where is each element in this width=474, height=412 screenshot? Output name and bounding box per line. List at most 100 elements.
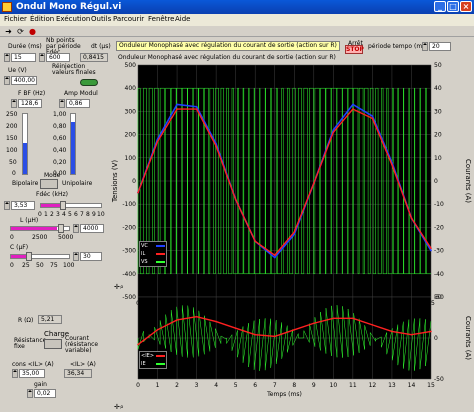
vc-series-line-point: [430, 249, 432, 252]
graph-title: Onduleur Monophasé avec régulation du co…: [116, 41, 340, 51]
menu-fenetre[interactable]: Fenêtre: [148, 15, 174, 23]
graph2-xaxis-title: Temps (ms): [266, 391, 302, 398]
graph1-yleft-tick-label: 500: [125, 62, 137, 69]
graph1-caption: Onduleur Monophasé avec régulation du co…: [118, 54, 336, 61]
ie-mean-series-point: [195, 315, 198, 318]
graph1-yright-tick-label: 10: [434, 155, 442, 162]
fdec-slider[interactable]: [40, 203, 102, 208]
periode-tempo-input[interactable]: 20: [429, 42, 451, 51]
fdec-increment[interactable]: [4, 201, 10, 210]
ie-mean-series-point: [137, 343, 139, 346]
menu-parcourir[interactable]: Parcourir: [113, 15, 144, 23]
graph1-yright-axis-title: Courants (A): [464, 159, 472, 203]
nbpoints-input[interactable]: 600: [46, 53, 70, 62]
ampmodul-increment[interactable]: [59, 99, 65, 108]
graph1-yleft-tick-label: 400: [125, 85, 137, 92]
graph1-palette-icon[interactable]: ✛⌕: [114, 283, 124, 292]
ampmodul-input[interactable]: 0,86: [66, 99, 90, 108]
menu-execution[interactable]: Exécution: [56, 15, 90, 23]
fbf-increment[interactable]: [11, 99, 17, 108]
fbf-input[interactable]: 128,6: [18, 99, 42, 108]
mode-label: Mode: [44, 172, 61, 179]
cons-il-increment[interactable]: [12, 369, 18, 378]
graph2-xtick-label: 6: [253, 382, 257, 389]
menu-aide[interactable]: Aide: [175, 15, 190, 23]
graph2-xtick-label: 11: [349, 382, 357, 389]
ie-mean-series-point: [410, 333, 413, 336]
legend-vc: VC: [140, 242, 166, 250]
fbf-slider-fill: [23, 143, 27, 174]
graph1-yleft-tick-label: 200: [125, 132, 137, 139]
graph1-yright-tick-label: 20: [434, 132, 442, 139]
l-input[interactable]: 4000: [80, 224, 104, 233]
graph1-yleft-tick-label: 0: [132, 178, 136, 185]
graph1-yright-tick-label: 0: [434, 178, 438, 185]
gain-increment[interactable]: [27, 389, 33, 398]
duree-increment[interactable]: [4, 53, 10, 62]
fdec-tick: 5: [68, 211, 72, 218]
l-tick: 5000: [58, 234, 74, 241]
c-tick: 25: [22, 262, 30, 269]
ampmodul-slider-fill: [71, 122, 75, 174]
graph2-palette-icon[interactable]: ✛⌕: [114, 403, 124, 412]
c-slider-knob[interactable]: [26, 252, 32, 261]
c-slider[interactable]: [10, 254, 70, 259]
periode-tempo-increment[interactable]: [422, 42, 428, 51]
menu-fichier[interactable]: Fichier: [4, 15, 27, 23]
graph2-yright-tick-label: 0: [434, 335, 438, 342]
ue-input[interactable]: 400,00: [11, 76, 37, 85]
il-series-line-point: [234, 198, 237, 201]
stop-button[interactable]: STOP: [345, 45, 364, 54]
abort-icon[interactable]: ●: [28, 27, 37, 36]
fdec-input[interactable]: 3,53: [11, 201, 35, 210]
ampmodul-slider[interactable]: [70, 113, 76, 175]
r-label: R (Ω): [18, 317, 34, 324]
charge-switch[interactable]: [44, 339, 62, 349]
fdec-tick: 3: [56, 211, 60, 218]
reinjection-toggle[interactable]: [80, 79, 98, 86]
ampmodul-tick: 0,60: [53, 135, 67, 142]
ue-increment[interactable]: [4, 76, 10, 85]
il-series-line-point: [176, 108, 178, 110]
ampmodul-tick: 1,00: [53, 111, 67, 118]
minimize-button[interactable]: _: [434, 1, 446, 12]
mode-switch[interactable]: [40, 179, 58, 189]
c-increment[interactable]: [73, 252, 79, 261]
run-continuous-icon[interactable]: ⟳: [16, 27, 25, 36]
ue-label: Ue (V): [8, 67, 27, 74]
c-label: C (µF): [10, 244, 29, 251]
ie-mean-series-point: [391, 330, 393, 333]
run-arrow-icon[interactable]: ➜: [4, 27, 13, 36]
maximize-button[interactable]: □: [447, 1, 459, 12]
gain-input[interactable]: 0,02: [34, 389, 56, 398]
menu-edition[interactable]: Édition: [30, 15, 54, 23]
l-slider-knob[interactable]: [58, 224, 64, 233]
menu-outils[interactable]: Outils: [91, 15, 111, 23]
close-button[interactable]: ×: [460, 1, 472, 12]
il-series-line-point: [430, 247, 432, 250]
fdec-tick: 10: [97, 211, 105, 218]
graph2-yright-axis-title: Courants (A): [464, 316, 472, 360]
nbpoints-increment[interactable]: [39, 53, 45, 62]
cons-il-input[interactable]: 35,00: [19, 369, 45, 378]
il-series-line-point: [352, 108, 354, 110]
ie-mean-series-point: [273, 335, 276, 338]
duree-input[interactable]: 15: [11, 53, 36, 62]
graph1-yright-tick-label: 30: [434, 108, 442, 115]
ie-mean-series-point: [156, 329, 159, 331]
il-label: <IL> (A): [70, 361, 96, 368]
c-input[interactable]: 30: [80, 252, 102, 261]
fdec-tick: 4: [62, 211, 66, 218]
graph1-yleft-axis-title: Tensions (V): [111, 160, 119, 204]
fdec-slider-knob[interactable]: [60, 201, 66, 210]
graph1-waveform-chart[interactable]: 01234567891011121314155004003002001000-1…: [110, 61, 474, 316]
fdec-slider-fill: [41, 204, 62, 207]
il-series-line-point: [371, 117, 374, 120]
fdec-tick: 2: [50, 211, 54, 218]
fdec-tick: 8: [86, 211, 90, 218]
dt-indicator: 0,8415: [80, 53, 108, 62]
graph1-yright-tick-label: -40: [434, 271, 444, 278]
graph2-xtick-label: 8: [292, 382, 296, 389]
l-increment[interactable]: [73, 224, 79, 233]
fbf-slider[interactable]: [22, 113, 28, 175]
